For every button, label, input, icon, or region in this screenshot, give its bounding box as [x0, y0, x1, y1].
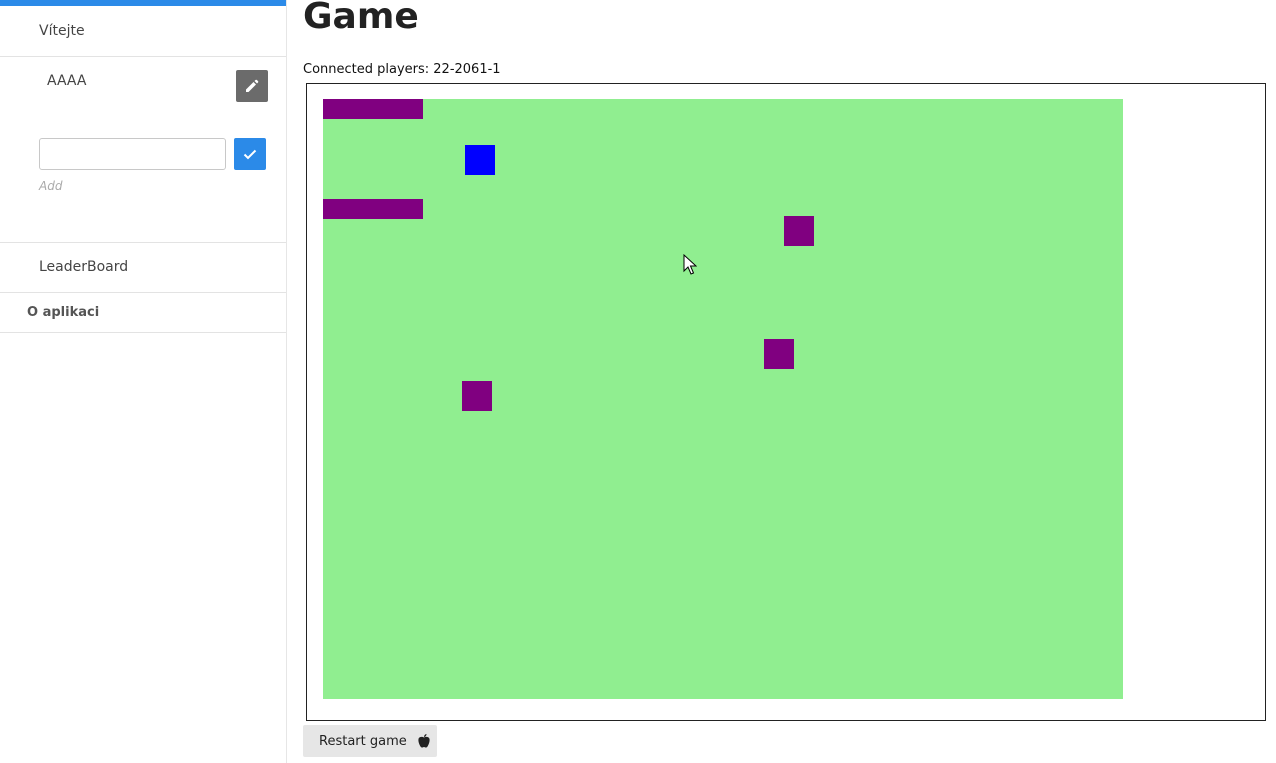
obstacle-block: [784, 216, 814, 246]
user-name: AAAA: [47, 73, 87, 89]
game-frame: [306, 83, 1266, 721]
nav-item-about-label: O aplikaci: [27, 305, 100, 320]
obstacle-bar: [323, 199, 423, 219]
restart-button-label: Restart game: [319, 733, 407, 749]
page-title: Game: [303, 0, 419, 37]
obstacle-block: [462, 381, 492, 411]
nav-item-welcome-label: Vítejte: [39, 23, 85, 39]
obstacle-bar: [323, 99, 423, 119]
obstacle-block: [764, 339, 794, 369]
pencil-icon: [246, 79, 259, 92]
edit-button[interactable]: [236, 70, 268, 102]
mouse-cursor-icon: [683, 254, 697, 275]
nav-item-welcome[interactable]: Vítejte: [0, 6, 286, 57]
connected-players: Connected players: 22-2061-1: [303, 62, 501, 77]
nav-item-leaderboard-label: LeaderBoard: [39, 259, 129, 275]
check-icon: [243, 149, 257, 160]
game-field[interactable]: [323, 99, 1123, 699]
add-hint: Add: [39, 179, 63, 193]
sidebar: Vítejte AAAA Add LeaderBoard O aplikaci: [0, 0, 287, 763]
nav-item-leaderboard[interactable]: LeaderBoard: [0, 242, 286, 293]
apple-icon: [418, 734, 430, 748]
confirm-button[interactable]: [234, 138, 266, 170]
restart-button[interactable]: Restart game: [303, 725, 437, 757]
player-block: [465, 145, 495, 175]
add-input[interactable]: [39, 138, 226, 170]
nav-item-about[interactable]: O aplikaci: [0, 292, 286, 333]
